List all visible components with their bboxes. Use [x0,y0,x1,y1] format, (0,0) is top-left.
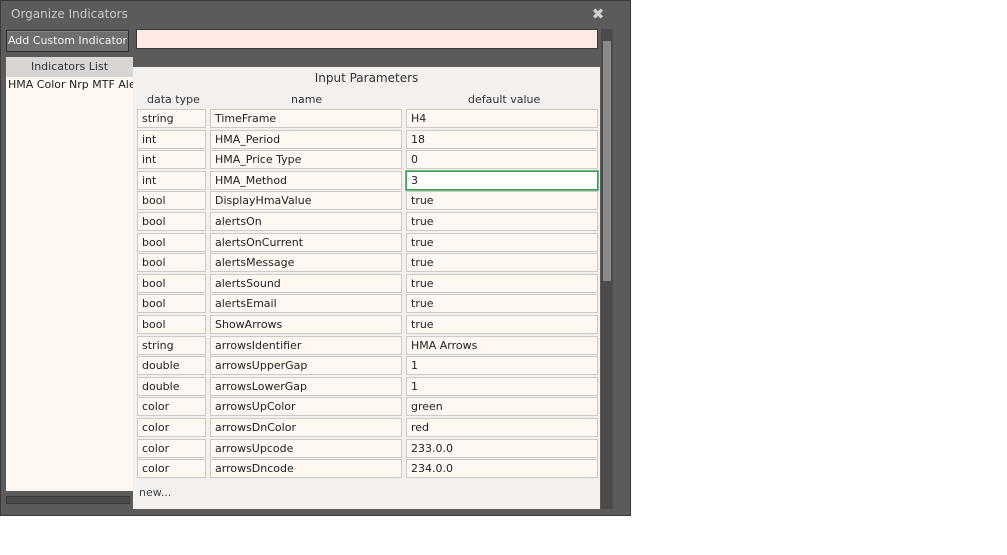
indicators-list-panel: Indicators List HMA Color Nrp MTF Alerts [6,57,133,491]
param-value-field[interactable]: 233.0.0 [406,439,598,458]
new-parameter-link[interactable]: new... [139,486,171,499]
close-icon[interactable]: ✖ [590,6,606,22]
indicator-name-field[interactable] [136,29,598,49]
column-header-data-type: data type [147,93,200,106]
param-value-field[interactable]: 0 [406,150,598,169]
param-name-field[interactable]: arrowsDncode [210,459,402,478]
param-type-field[interactable]: bool [137,191,206,210]
param-name-field[interactable]: arrowsUpColor [210,397,402,416]
indicator-list-item[interactable]: HMA Color Nrp MTF Alerts [6,77,133,93]
parameters-scrollbar-thumb[interactable] [603,41,611,281]
param-name-field[interactable]: alertsOnCurrent [210,233,402,252]
param-type-field[interactable]: bool [137,294,206,313]
indicators-list-header: Indicators List [6,57,133,77]
param-value-field[interactable]: 18 [406,130,598,149]
param-value-field[interactable]: H4 [406,109,598,128]
param-value-field[interactable]: 234.0.0 [406,459,598,478]
input-parameters-panel: Input Parameters data type name default … [133,67,600,509]
param-name-field[interactable]: TimeFrame [210,109,402,128]
param-value-field[interactable]: red [406,418,598,437]
param-name-field[interactable]: arrowsUpcode [210,439,402,458]
param-name-field[interactable]: HMA_Price Type [210,150,402,169]
param-name-field[interactable]: alertsEmail [210,294,402,313]
param-type-field[interactable]: int [137,150,206,169]
window-title: Organize Indicators [11,7,128,21]
param-value-field[interactable]: true [406,191,598,210]
param-value-field[interactable]: 1 [406,377,598,396]
param-name-field[interactable]: alertsMessage [210,253,402,272]
param-type-field[interactable]: color [137,439,206,458]
param-value-field[interactable]: true [406,212,598,231]
param-name-field[interactable]: arrowsDnColor [210,418,402,437]
add-custom-indicator-button[interactable]: Add Custom Indicator [6,30,129,52]
param-name-field[interactable]: alertsOn [210,212,402,231]
param-name-field[interactable]: arrowsLowerGap [210,377,402,396]
param-type-field[interactable]: int [137,171,206,190]
param-type-field[interactable]: int [137,130,206,149]
param-name-field[interactable]: arrowsUpperGap [210,356,402,375]
param-type-field[interactable]: bool [137,233,206,252]
param-value-field[interactable]: true [406,315,598,334]
param-type-field[interactable]: color [137,397,206,416]
param-value-field[interactable]: green [406,397,598,416]
param-value-field[interactable]: 1 [406,356,598,375]
param-type-field[interactable]: color [137,418,206,437]
param-type-field[interactable]: bool [137,274,206,293]
param-name-field[interactable]: arrowsIdentifier [210,336,402,355]
param-type-field[interactable]: double [137,377,206,396]
param-name-field[interactable]: HMA_Method [210,171,402,190]
param-value-field[interactable]: true [406,294,598,313]
param-name-field[interactable]: alertsSound [210,274,402,293]
param-type-field[interactable]: string [137,336,206,355]
indicators-list-scrollbar[interactable] [6,496,130,504]
param-name-field[interactable]: DisplayHmaValue [210,191,402,210]
column-header-default-value: default value [468,93,541,106]
organize-indicators-window: Organize Indicators ✖ Add Custom Indicat… [0,0,631,516]
param-type-field[interactable]: double [137,356,206,375]
param-value-field[interactable]: HMA Arrows [406,336,598,355]
param-name-field[interactable]: ShowArrows [210,315,402,334]
param-type-field[interactable]: bool [137,253,206,272]
param-type-field[interactable]: bool [137,212,206,231]
param-name-field[interactable]: HMA_Period [210,130,402,149]
param-type-field[interactable]: string [137,109,206,128]
param-value-field[interactable]: true [406,233,598,252]
param-value-field[interactable]: true [406,274,598,293]
param-value-field[interactable]: true [406,253,598,272]
column-header-name: name [291,93,323,106]
input-parameters-title: Input Parameters [314,71,419,85]
param-type-field[interactable]: bool [137,315,206,334]
param-type-field[interactable]: color [137,459,206,478]
param-value-field[interactable]: 3 [406,171,598,190]
